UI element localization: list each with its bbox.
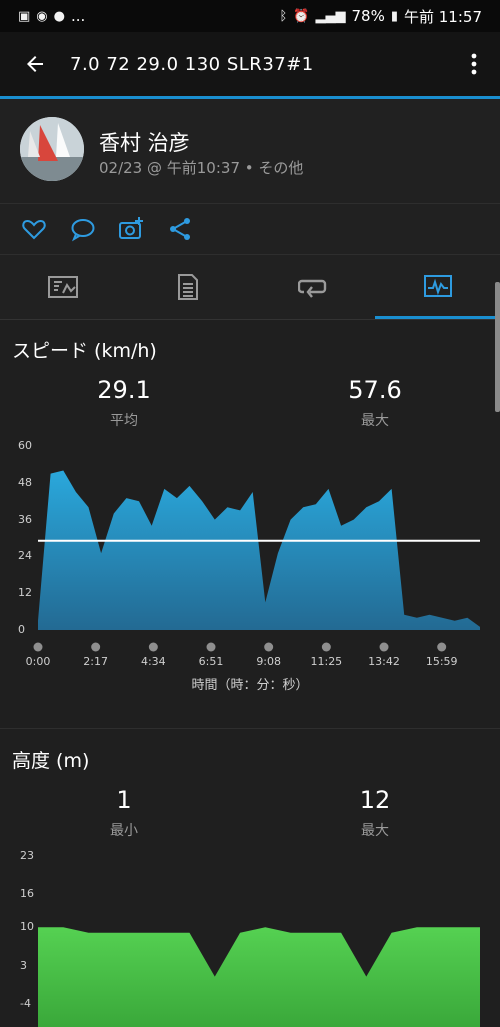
app-bar: 7.0 72 29.0 130 SLR37#1: [0, 32, 500, 99]
activity-title: 7.0 72 29.0 130 SLR37#1: [70, 53, 314, 75]
status-bar: ▣ ◉ ● ... ᛒ ⏰ ▂▄▆ 78% ▮ 午前 11:57: [0, 0, 500, 32]
speed-x-tick: 4:34: [140, 655, 166, 668]
activity-meta: 02/23 @ 午前10:37 • その他: [99, 159, 304, 177]
clock: 午前 11:57: [404, 7, 482, 26]
user-name[interactable]: 香村 治彦: [99, 127, 190, 157]
speed-x-tick: 6:51: [198, 655, 224, 668]
action-row: [0, 204, 500, 255]
elevation-max-value: 12: [359, 786, 391, 814]
elevation-max-label: 最大: [361, 823, 389, 839]
back-arrow-icon: [27, 56, 43, 72]
speed-x-tick-dot: [379, 642, 389, 652]
speed-x-tick-dot: [148, 642, 158, 652]
scrollbar-thumb[interactable]: [495, 282, 500, 412]
speed-max-value: 57.6: [348, 376, 402, 404]
speed-area: [38, 470, 480, 630]
battery-percent: 78%: [351, 7, 385, 25]
status-right: ᛒ ⏰ ▂▄▆ 78% ▮ 午前 11:57: [280, 6, 483, 27]
messenger-icon: ◉: [36, 8, 48, 24]
speed-x-tick-dot: [437, 642, 447, 652]
add-photo-icon[interactable]: [118, 216, 144, 242]
alarm-icon: ⏰: [293, 8, 310, 24]
speed-max-label: 最大: [361, 413, 389, 429]
speed-title: スピード (km/h): [12, 340, 157, 362]
tab-bar: [0, 255, 500, 320]
speed-x-tick: 2:17: [83, 655, 108, 668]
details-tab-icon: [177, 274, 198, 300]
tab-details[interactable]: [125, 255, 250, 319]
line-icon: ●: [53, 8, 65, 24]
elevation-chart: [38, 927, 480, 1027]
speed-avg-label: 平均: [110, 413, 138, 429]
share-icon[interactable]: [167, 216, 193, 242]
speed-x-tick-dot: [91, 642, 101, 652]
like-icon[interactable]: [21, 216, 47, 242]
status-left: ▣ ◉ ● ...: [18, 7, 85, 25]
elevation-area: [38, 927, 480, 1027]
speed-x-tick-dot: [206, 642, 216, 652]
section-divider: [0, 728, 500, 729]
tab-laps[interactable]: [250, 255, 375, 319]
elevation-min-label: 最小: [110, 823, 138, 839]
speed-x-tick-dot: [33, 642, 43, 652]
profile-row: 香村 治彦 02/23 @ 午前10:37 • その他: [0, 99, 500, 204]
battery-icon: ▮: [390, 8, 398, 24]
back-button[interactable]: [0, 32, 70, 96]
speed-x-tick: 15:59: [425, 655, 458, 668]
status-ellipsis: ...: [70, 7, 86, 25]
avatar[interactable]: [20, 117, 84, 181]
signal-icon: ▂▄▆: [315, 8, 346, 24]
elevation-min-value: 1: [116, 786, 132, 814]
speed-x-title: 時間（時：分：秒）: [191, 678, 309, 693]
speed-x-tick: 9:08: [256, 655, 282, 668]
speed-chart: [33, 470, 480, 652]
speed-x-tick-dot: [264, 642, 274, 652]
speed-x-tick: 13:42: [368, 655, 400, 668]
tab-charts[interactable]: [375, 255, 500, 319]
laps-tab-icon: [297, 279, 326, 298]
image-icon: ▣: [18, 8, 31, 24]
speed-avg-value: 29.1: [97, 376, 151, 404]
windsurf-photo: [20, 117, 84, 181]
more-vert-icon: [471, 53, 477, 75]
overflow-menu-button[interactable]: [448, 32, 500, 96]
speed-x-tick: 0:00: [25, 655, 51, 668]
tab-summary[interactable]: [0, 255, 125, 319]
elevation-title: 高度 (m): [12, 750, 90, 772]
bluetooth-icon: ᛒ: [279, 8, 288, 24]
summary-tab-icon: [47, 276, 78, 298]
charts-tab-icon: [423, 274, 452, 297]
speed-x-tick-dot: [321, 642, 331, 652]
speed-x-tick: 11:25: [310, 655, 343, 668]
comment-icon[interactable]: [70, 216, 96, 242]
